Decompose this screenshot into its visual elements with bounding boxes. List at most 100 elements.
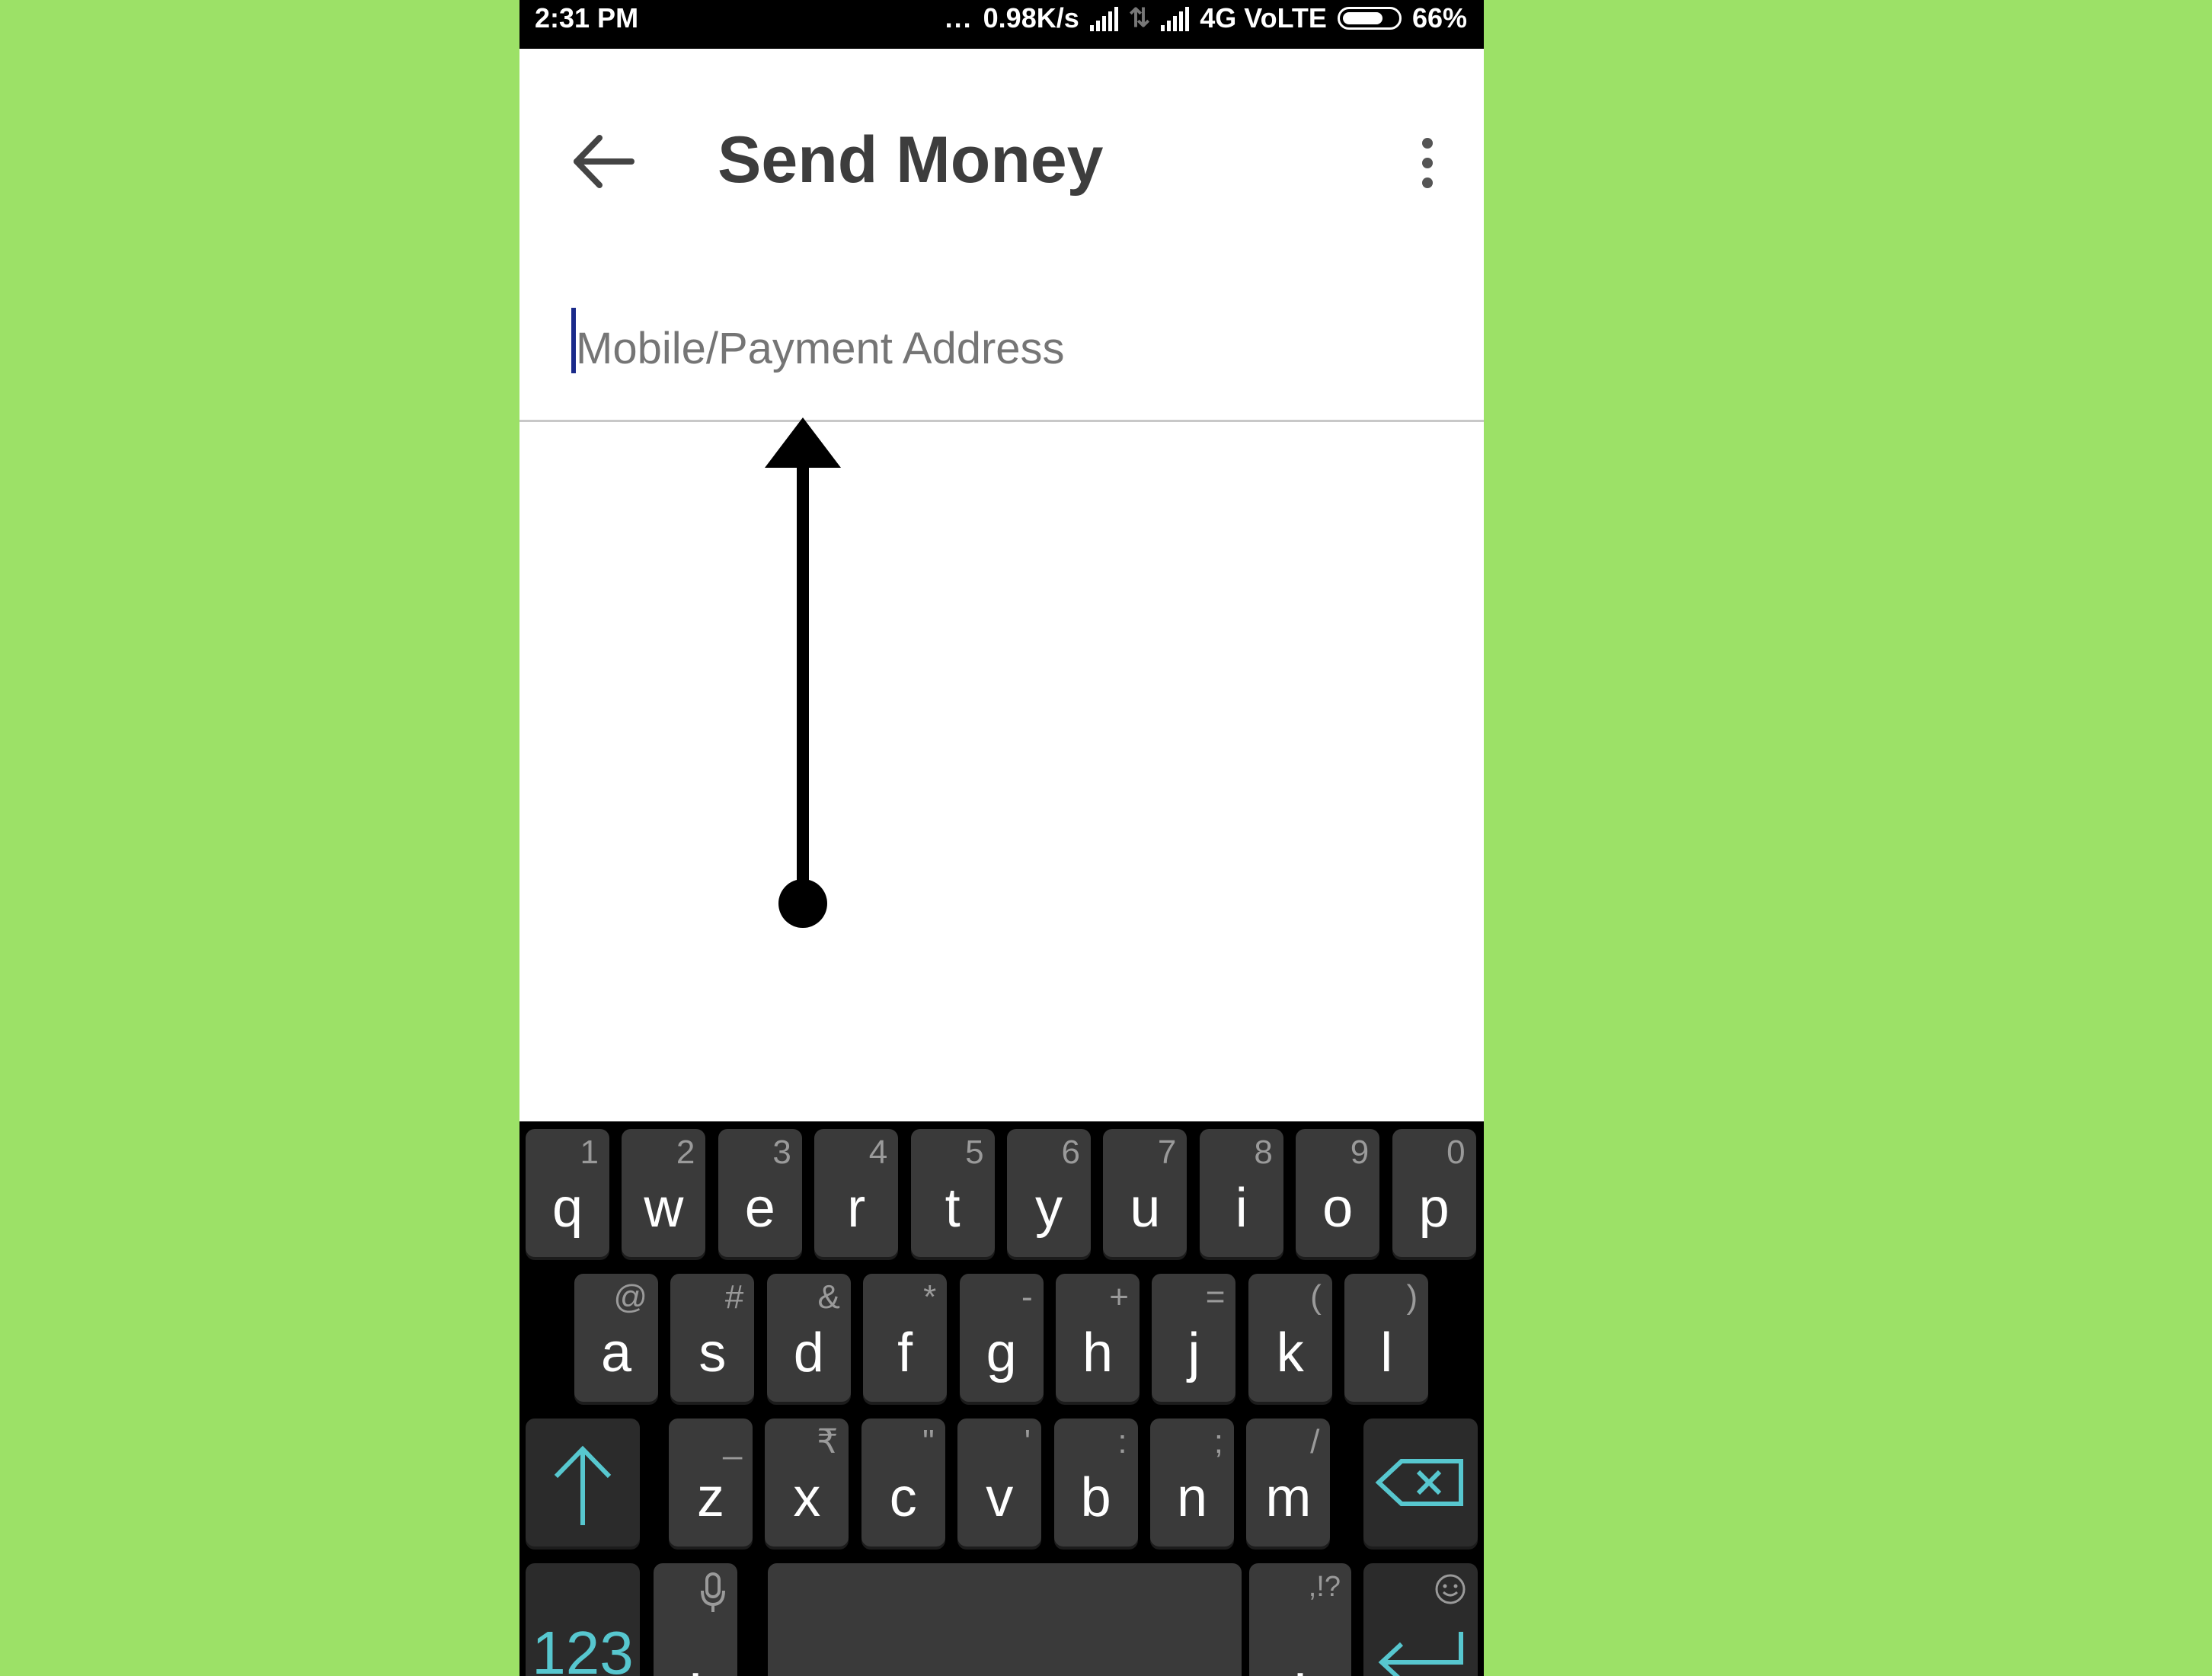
- key-z[interactable]: _ z: [669, 1419, 753, 1546]
- comma-key[interactable]: ,: [654, 1563, 737, 1676]
- back-button[interactable]: [558, 116, 649, 207]
- key-label: v: [986, 1467, 1014, 1528]
- key-hint: 9: [1350, 1134, 1370, 1171]
- numbers-key-label: 123: [532, 1619, 634, 1676]
- key-label: s: [698, 1323, 727, 1383]
- key-hint: 2: [676, 1134, 695, 1171]
- key-label: f: [897, 1323, 913, 1383]
- payment-address-input[interactable]: [574, 309, 1415, 387]
- more-vertical-dot: [1422, 158, 1433, 168]
- key-w[interactable]: 2w: [622, 1129, 706, 1257]
- page-title: Send Money: [718, 123, 1104, 197]
- more-vertical-dot: [1422, 178, 1433, 188]
- key-y[interactable]: 6y: [1007, 1129, 1091, 1257]
- phone-screen: 2:31 PM ... 0.98K/s ⇅ 4G VoLTE 66% Send …: [519, 0, 1484, 1676]
- key-i[interactable]: 8i: [1199, 1129, 1283, 1257]
- key-label: i: [1235, 1178, 1248, 1239]
- key-label: p: [1418, 1178, 1450, 1239]
- space-key[interactable]: [768, 1563, 1242, 1676]
- key-r[interactable]: 4r: [814, 1129, 899, 1257]
- key-hint: _: [723, 1423, 742, 1460]
- key-s[interactable]: # s: [670, 1274, 755, 1402]
- key-k[interactable]: (k: [1248, 1274, 1332, 1402]
- key-label: c: [889, 1467, 917, 1528]
- key-b[interactable]: :b: [1053, 1419, 1138, 1546]
- key-hint: -: [1021, 1278, 1033, 1316]
- key-label: o: [1322, 1178, 1354, 1239]
- key-u[interactable]: 7u: [1103, 1129, 1188, 1257]
- shift-arrow-icon: [554, 1445, 612, 1525]
- shift-key[interactable]: [526, 1419, 640, 1546]
- key-label: t: [945, 1178, 961, 1239]
- key-label: d: [793, 1323, 824, 1383]
- key-label: q: [551, 1178, 583, 1239]
- key-c[interactable]: " c: [861, 1419, 945, 1546]
- key-l[interactable]: ) l: [1344, 1274, 1429, 1402]
- key-p[interactable]: 0p: [1392, 1129, 1476, 1257]
- microphone-icon: [701, 1572, 725, 1612]
- more-options-button[interactable]: [1397, 125, 1458, 201]
- key-v[interactable]: ' v: [957, 1419, 1042, 1546]
- key-hint: ;: [1213, 1423, 1223, 1460]
- key-label: y: [1035, 1178, 1063, 1239]
- key-h[interactable]: + h: [1056, 1274, 1140, 1402]
- battery-percent: 66%: [1411, 2, 1467, 34]
- key-hint: @: [613, 1278, 647, 1316]
- key-label: n: [1176, 1467, 1208, 1528]
- key-hint: &: [817, 1278, 840, 1316]
- key-hint: ': [1024, 1423, 1031, 1460]
- key-hint: +: [1109, 1278, 1129, 1316]
- period-key-label: .: [1292, 1630, 1308, 1676]
- status-bar: 2:31 PM ... 0.98K/s ⇅ 4G VoLTE 66%: [519, 0, 1484, 49]
- key-hint: /: [1310, 1423, 1320, 1460]
- more-vertical-icon: [1422, 138, 1433, 149]
- key-f[interactable]: * f: [863, 1274, 948, 1402]
- key-hint: (: [1310, 1278, 1322, 1316]
- key-d[interactable]: & d: [766, 1274, 851, 1402]
- key-n[interactable]: ; n: [1150, 1419, 1234, 1546]
- signal-icon-sim2: [1161, 5, 1190, 31]
- on-screen-keyboard: 1q2w3e4r5t6y7u8i9o0p @ a # s & d * f - g + h = j(k) l …: [519, 1121, 1484, 1676]
- text-caret: [571, 308, 576, 373]
- key-hint: 6: [1061, 1134, 1080, 1171]
- key-hint: *: [923, 1278, 937, 1316]
- key-m[interactable]: / m: [1246, 1419, 1331, 1546]
- key-label: e: [744, 1178, 775, 1239]
- key-label: j: [1188, 1323, 1200, 1383]
- key-hint: 8: [1254, 1134, 1273, 1171]
- key-label: w: [644, 1178, 684, 1239]
- key-label: a: [600, 1323, 632, 1383]
- key-q[interactable]: 1q: [526, 1129, 609, 1257]
- key-hint: 1: [580, 1134, 599, 1171]
- arrow-left-icon: [574, 135, 635, 188]
- key-o[interactable]: 9o: [1296, 1129, 1380, 1257]
- key-a[interactable]: @ a: [574, 1274, 658, 1402]
- key-g[interactable]: -g: [959, 1274, 1044, 1402]
- enter-icon: [1378, 1632, 1463, 1676]
- key-hint: 7: [1157, 1134, 1177, 1171]
- key-label: m: [1265, 1467, 1312, 1528]
- backspace-key[interactable]: [1363, 1419, 1478, 1546]
- key-hint: ": [922, 1423, 935, 1460]
- key-label: h: [1082, 1323, 1114, 1383]
- key-hint: ): [1406, 1278, 1418, 1316]
- smiley-icon: [1435, 1574, 1466, 1604]
- numbers-key[interactable]: 123: [526, 1563, 640, 1676]
- key-hint: :: [1117, 1423, 1127, 1460]
- key-label: x: [793, 1467, 821, 1528]
- period-key[interactable]: ,!? .: [1249, 1563, 1351, 1676]
- enter-key[interactable]: [1363, 1563, 1478, 1676]
- key-e[interactable]: 3e: [718, 1129, 802, 1257]
- key-label: k: [1276, 1323, 1304, 1383]
- key-t[interactable]: 5t: [910, 1129, 995, 1257]
- key-label: r: [847, 1178, 866, 1239]
- key-x[interactable]: ₹ x: [765, 1419, 849, 1546]
- network-speed: 0.98K/s: [983, 2, 1079, 34]
- key-label: u: [1130, 1178, 1161, 1239]
- signal-icon: [1089, 5, 1118, 31]
- status-right: ... 0.98K/s ⇅ 4G VoLTE 66%: [945, 2, 1467, 35]
- key-hint: 3: [772, 1134, 791, 1171]
- key-label: b: [1080, 1467, 1111, 1528]
- network-type: 4G VoLTE: [1200, 2, 1327, 34]
- key-j[interactable]: = j: [1152, 1274, 1236, 1402]
